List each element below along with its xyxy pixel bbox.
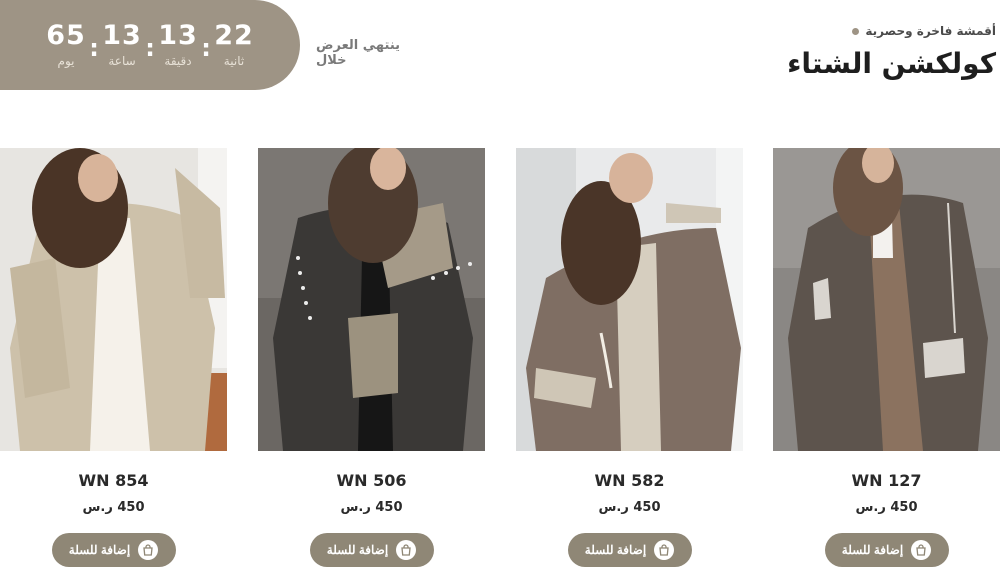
- product-price: 450 ر.س: [855, 500, 918, 515]
- countdown-days-label: يوم: [57, 54, 75, 68]
- product-image[interactable]: [258, 148, 485, 451]
- add-to-cart-label: إضافة للسلة: [68, 543, 131, 557]
- add-to-cart-button[interactable]: إضافة للسلة: [309, 533, 434, 567]
- countdown-separator: :: [201, 34, 211, 62]
- product-card[interactable]: WN 854 450 ر.س إضافة للسلة: [0, 148, 227, 574]
- shopping-bag-icon: [654, 540, 675, 560]
- product-card[interactable]: WN 506 450 ر.س إضافة للسلة: [258, 148, 485, 574]
- countdown-timer: 65 يوم : 13 ساعة : 13 دقيقة : 22 ثانية: [0, 0, 300, 90]
- product-photo-illustration: [773, 148, 1000, 451]
- shopping-bag-icon: [138, 540, 159, 560]
- countdown-seconds: 22 ثانية: [211, 21, 257, 69]
- section-title: كولكشن الشتاء: [787, 47, 996, 80]
- product-price: 450 ر.س: [340, 500, 403, 515]
- countdown-hours-value: 13: [102, 20, 142, 51]
- countdown-days: 65 يوم: [43, 21, 89, 69]
- product-grid: WN 854 450 ر.س إضافة للسلة WN 506 450 ر.…: [0, 148, 1000, 574]
- product-image[interactable]: [773, 148, 1000, 451]
- countdown-minutes-label: دقيقة: [164, 54, 192, 68]
- add-to-cart-label: إضافة للسلة: [841, 543, 904, 557]
- product-photo-illustration: [258, 148, 485, 451]
- product-card[interactable]: WN 582 450 ر.س إضافة للسلة: [516, 148, 743, 574]
- product-card[interactable]: WN 127 450 ر.س إضافة للسلة: [773, 148, 1000, 574]
- product-name: WN 582: [594, 471, 665, 490]
- countdown-separator: :: [89, 34, 99, 62]
- product-photo-illustration: [516, 148, 743, 451]
- countdown-minutes-value: 13: [158, 20, 198, 51]
- countdown-seconds-value: 22: [214, 20, 254, 51]
- shopping-bag-icon: [911, 540, 932, 560]
- add-to-cart-button[interactable]: إضافة للسلة: [567, 533, 692, 567]
- add-to-cart-button[interactable]: إضافة للسلة: [824, 533, 949, 567]
- countdown-seconds-label: ثانية: [223, 54, 245, 68]
- countdown-hours-label: ساعة: [108, 54, 136, 68]
- countdown-days-value: 65: [46, 20, 86, 51]
- add-to-cart-label: إضافة للسلة: [584, 543, 647, 557]
- countdown-separator: :: [145, 34, 155, 62]
- add-to-cart-label: إضافة للسلة: [326, 543, 389, 557]
- section-subtitle: أقمشة فاخرة وحصرية: [696, 24, 996, 38]
- countdown-minutes: 13 دقيقة: [155, 21, 201, 69]
- add-to-cart-button[interactable]: إضافة للسلة: [51, 533, 176, 567]
- offer-ends-label: ينتهي العرض خلال: [316, 38, 401, 68]
- product-name: WN 854: [78, 471, 149, 490]
- section-subtitle-text: أقمشة فاخرة وحصرية: [865, 24, 996, 38]
- shopping-bag-icon: [396, 540, 417, 560]
- product-price: 450 ر.س: [82, 500, 145, 515]
- product-name: WN 506: [336, 471, 407, 490]
- product-price: 450 ر.س: [598, 500, 661, 515]
- bullet-dot-icon: [852, 27, 860, 35]
- product-image[interactable]: [0, 148, 227, 451]
- section-header: أقمشة فاخرة وحصرية كولكشن الشتاء: [696, 24, 996, 82]
- product-photo-illustration: [0, 148, 227, 451]
- countdown-hours: 13 ساعة: [99, 21, 145, 69]
- product-name: WN 127: [851, 471, 922, 490]
- product-image[interactable]: [516, 148, 743, 451]
